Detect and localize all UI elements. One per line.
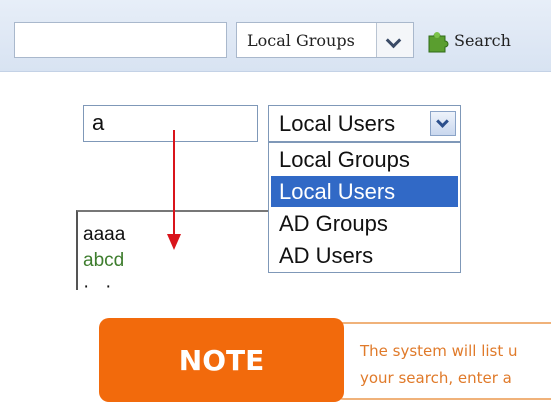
option-ad-groups[interactable]: AD Groups — [271, 208, 458, 239]
toolbar-scope-select[interactable]: Local Groups — [236, 22, 414, 58]
option-local-groups[interactable]: Local Groups — [271, 144, 458, 175]
option-local-users[interactable]: Local Users — [271, 176, 458, 207]
search-toolbar: Local Groups Search — [0, 0, 551, 72]
demo-scope-select[interactable]: Local Users — [268, 105, 461, 142]
demo-scope-select-value: Local Users — [279, 111, 396, 136]
chevron-down-icon[interactable] — [430, 111, 456, 136]
demo-search-value: a — [92, 110, 105, 135]
option-ad-users[interactable]: AD Users — [271, 240, 458, 271]
chevron-down-icon[interactable] — [376, 23, 413, 57]
note-text: The system will list u your search, ente… — [334, 322, 551, 400]
note-text-line2: your search, enter a — [360, 369, 512, 387]
list-item-partial: · · — [83, 276, 112, 290]
toolbar-scope-select-value: Local Groups — [247, 31, 355, 50]
red-arrow-icon — [167, 130, 181, 250]
note-text-line1: The system will list u — [360, 342, 518, 360]
scope-options-list: Local Groups Local Users AD Groups AD Us… — [268, 142, 461, 273]
page: Local Groups Search a Local Users Local … — [0, 0, 551, 409]
search-button-label: Search — [454, 30, 511, 50]
note-label: NOTE — [99, 318, 344, 402]
puzzle-piece-icon — [428, 32, 449, 53]
search-button[interactable]: Search — [424, 22, 511, 58]
toolbar-search-input[interactable] — [14, 22, 227, 58]
